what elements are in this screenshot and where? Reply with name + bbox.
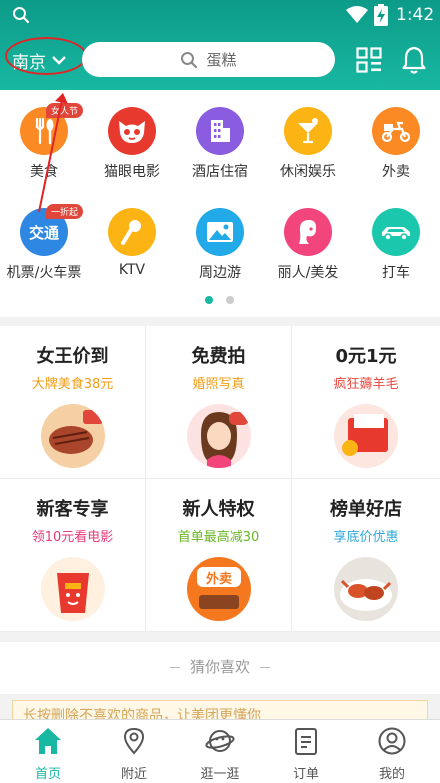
planet-icon	[205, 730, 235, 752]
promo-title: 新客专享	[36, 499, 109, 520]
tab-label: 订单	[292, 767, 319, 782]
takeout-food-icon: 外卖	[186, 557, 251, 621]
promo-subtitle: 婚照写真	[192, 377, 245, 392]
promo-grid: 女王价到 大牌美食38元 免费拍 婚照写真 0元1元 疯狂薅羊毛 新客专享 领1…	[0, 326, 440, 632]
bottom-tab-bar: 首页 附近 逛一逛 订单 我的	[0, 719, 440, 783]
section-title: 猜你喜欢	[189, 658, 250, 676]
promo-subtitle: 享底价优惠	[333, 530, 399, 545]
promo-subtitle: 疯狂薅羊毛	[333, 377, 399, 392]
divider	[260, 667, 270, 668]
promo-top-stores[interactable]: 榜单好店 享底价优惠	[292, 479, 440, 632]
promo-title: 新人特权	[182, 499, 255, 520]
promo-subtitle: 大牌美食38元	[31, 377, 114, 392]
location-pin-icon	[123, 727, 145, 755]
red-envelope-icon	[334, 404, 398, 468]
tab-explore[interactable]: 逛一逛	[176, 726, 264, 782]
steak-icon	[40, 404, 105, 468]
tab-orders[interactable]: 订单	[262, 726, 350, 782]
takeout-tag: 外卖	[204, 571, 231, 587]
tab-nearby[interactable]: 附近	[90, 726, 178, 782]
promo-queen-price[interactable]: 女王价到 大牌美食38元	[0, 326, 146, 479]
promo-zero-one-yuan[interactable]: 0元1元 疯狂薅羊毛	[292, 326, 440, 479]
user-icon	[378, 727, 406, 755]
guess-you-like-header: 猜你喜欢	[0, 642, 440, 694]
order-list-icon	[295, 728, 317, 755]
promo-newbie-privilege[interactable]: 新人特权 首单最高减30 外卖	[146, 479, 292, 632]
tab-label: 附近	[120, 767, 147, 782]
promo-title: 0元1元	[335, 346, 397, 367]
promo-title: 免费拍	[191, 346, 246, 367]
promo-subtitle: 首单最高减30	[177, 530, 260, 545]
promo-title: 榜单好店	[330, 499, 402, 520]
promo-subtitle: 领10元看电影	[31, 530, 114, 545]
tab-mine[interactable]: 我的	[348, 726, 436, 782]
home-icon	[35, 728, 61, 754]
tab-label: 逛一逛	[200, 767, 240, 782]
promo-title: 女王价到	[36, 346, 109, 367]
promo-free-photo[interactable]: 免费拍 婚照写真	[146, 326, 292, 479]
tab-home[interactable]: 首页	[4, 726, 92, 782]
girl-portrait-icon	[186, 404, 251, 468]
promo-new-customer[interactable]: 新客专享 领10元看电影	[0, 479, 146, 632]
tab-label: 首页	[34, 767, 61, 782]
crab-dish-icon	[334, 557, 398, 621]
popcorn-bucket-icon	[40, 557, 105, 621]
tab-label: 我的	[378, 767, 405, 782]
